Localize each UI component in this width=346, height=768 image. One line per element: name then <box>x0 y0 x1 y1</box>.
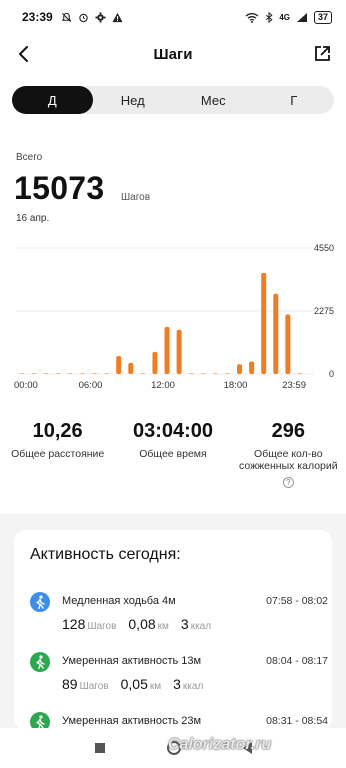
steps-panel: Д Нед Мес Г Всего 15073 Шагов 16 апр. 45… <box>0 74 346 514</box>
status-bar: 23:39 4G 37 <box>0 0 346 34</box>
network-type: 4G <box>279 12 290 22</box>
stat-distance: 10,26 Общее расстояние <box>0 420 115 490</box>
chart-bar-empty <box>44 373 49 374</box>
chart-bar-empty <box>92 373 97 374</box>
x-tick-label: 12:00 <box>151 380 175 391</box>
activity-time: 07:58 - 08:02 <box>266 595 328 607</box>
kcal-unit: ккал <box>190 621 212 632</box>
activity-name: Медленная ходьба 4м <box>62 595 176 607</box>
chart-bar <box>128 362 134 374</box>
x-tick-label: 23:59 <box>282 380 306 391</box>
activity-metrics: 128 Шагов 0,08 км 3 ккал <box>62 616 211 634</box>
chart-bar-empty <box>32 373 37 374</box>
share-icon <box>315 46 330 61</box>
chart-bar-empty <box>20 373 25 374</box>
distance-value: 0,05 <box>120 676 148 692</box>
chart-bar-empty <box>225 373 230 374</box>
tab-month[interactable]: Мес <box>173 86 254 114</box>
x-tick-label: 00:00 <box>14 380 38 391</box>
page-title: Шаги <box>153 45 193 63</box>
chart-bar-empty <box>201 373 206 374</box>
stats-row: 10,26 Общее расстояние 03:04:00 Общее вр… <box>0 420 346 490</box>
activity-item[interactable]: Умеренная активность 13м 08:04 - 08:17 8… <box>28 652 328 702</box>
total-steps-value: 15073 <box>14 170 105 206</box>
recents-button[interactable] <box>94 743 105 753</box>
kcal-value: 3 <box>180 616 189 632</box>
chart-bar-empty <box>104 373 109 374</box>
period-tabs: Д Нед Мес Г <box>12 86 334 114</box>
stat-label: Общее кол-во сожженных калорий <box>239 448 338 472</box>
chart-bar-empty <box>80 373 85 374</box>
activity-card: Активность сегодня: Медленная ходьба 4м … <box>14 530 332 730</box>
activity-time: 08:04 - 08:17 <box>266 655 328 667</box>
stat-value: 10,26 <box>32 420 83 442</box>
chart-bar <box>249 361 255 374</box>
alarm-icon <box>78 13 88 22</box>
steps-value: 89 <box>62 676 78 692</box>
watermark: Calorizator.ru <box>168 736 272 753</box>
chart-bar <box>176 329 182 374</box>
walking-icon <box>30 592 50 612</box>
signal-icon <box>296 12 307 22</box>
chart-bar-empty <box>68 373 73 374</box>
steps-unit: Шагов <box>87 621 117 632</box>
activity-name: Умеренная активность 13м <box>62 655 202 667</box>
tab-week[interactable]: Нед <box>93 86 174 114</box>
stat-label: Общее время <box>139 448 207 460</box>
stat-calories: 296 Общее кол-во сожженных калорий ? <box>231 420 346 490</box>
activity-metrics: 89 Шагов 0,05 км 3 ккал <box>62 676 203 694</box>
wifi-icon <box>245 12 259 23</box>
chart-bar <box>237 364 243 374</box>
steps-value: 128 <box>62 616 86 632</box>
kcal-value: 3 <box>173 676 181 692</box>
chart-bar <box>261 272 267 374</box>
back-button[interactable] <box>10 40 38 68</box>
steps-chart: 4550 2275 0 00:00 06:00 12:00 18:00 23:59 <box>14 243 334 391</box>
battery-level: 37 <box>313 10 332 24</box>
activity-time: 08:31 - 08:54 <box>266 715 328 727</box>
distance-unit: км <box>149 681 162 692</box>
y-tick-label: 4550 <box>314 243 334 253</box>
warning-icon <box>112 12 123 22</box>
status-time: 23:39 <box>22 10 53 24</box>
gear-icon <box>95 11 106 23</box>
steps-unit: Шагов <box>79 681 109 692</box>
kcal-unit: ккал <box>182 681 204 692</box>
total-steps-unit: Шагов <box>121 192 151 203</box>
stat-label: Общее расстояние <box>11 448 105 460</box>
date-label: 16 апр. <box>16 213 50 224</box>
tab-year[interactable]: Г <box>254 86 335 114</box>
distance-unit: км <box>157 621 169 632</box>
total-label: Всего <box>16 152 43 163</box>
app-header: Шаги <box>0 34 346 74</box>
y-tick-label: 0 <box>329 369 334 379</box>
bluetooth-icon <box>266 11 273 23</box>
chart-bar-empty <box>213 373 218 374</box>
activity-name: Умеренная активность 23м <box>62 715 202 727</box>
x-tick-label: 18:00 <box>224 380 248 391</box>
chevron-left-icon <box>19 46 28 62</box>
y-tick-label: 2275 <box>314 306 334 316</box>
chart-bar-empty <box>140 373 145 374</box>
share-button[interactable] <box>308 40 336 68</box>
stat-value: 296 <box>271 420 305 442</box>
activity-item[interactable]: Медленная ходьба 4м 07:58 - 08:02 128 Шаг… <box>28 592 328 642</box>
stat-value: 03:04:00 <box>132 420 214 442</box>
chart-bar <box>164 326 170 374</box>
stat-time: 03:04:00 Общее время <box>115 420 230 490</box>
x-tick-label: 06:00 <box>79 380 103 391</box>
activity-title: Активность сегодня: <box>30 546 181 563</box>
chart-bar <box>116 356 122 374</box>
chart-bar <box>285 314 291 374</box>
distance-value: 0,08 <box>128 616 156 632</box>
help-icon[interactable]: ? <box>282 477 294 488</box>
tab-day[interactable]: Д <box>12 86 93 114</box>
walking-icon <box>30 652 50 672</box>
muted-bell-icon <box>61 12 71 22</box>
chart-bar-empty <box>56 373 61 374</box>
chart-bar <box>273 293 279 374</box>
chart-bar <box>152 351 158 374</box>
chart-bar-empty <box>189 373 194 374</box>
chart-bar-empty <box>297 373 302 374</box>
